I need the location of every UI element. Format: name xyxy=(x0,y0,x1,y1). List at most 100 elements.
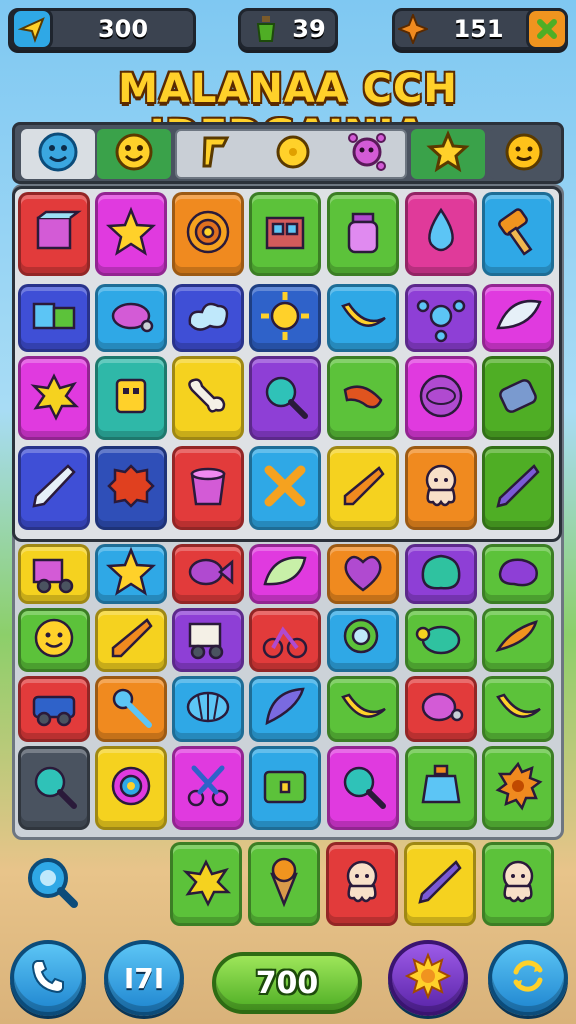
game-tile[interactable] xyxy=(327,446,399,530)
magnifier-icon xyxy=(257,368,313,428)
game-tile[interactable] xyxy=(172,608,244,672)
tray-tile[interactable] xyxy=(170,842,242,926)
category-tab-smiley[interactable] xyxy=(21,129,95,179)
car-icon xyxy=(26,679,82,739)
candy-icon xyxy=(103,288,159,348)
game-tile[interactable] xyxy=(95,284,167,352)
drop-icon xyxy=(413,204,469,264)
carrot-icon xyxy=(103,610,159,670)
refresh-button[interactable] xyxy=(488,940,568,1016)
settings-button[interactable] xyxy=(388,940,468,1016)
game-tile[interactable] xyxy=(172,544,244,604)
stats-button[interactable]: I7I xyxy=(104,940,184,1016)
cross-icon xyxy=(257,458,313,518)
game-tile[interactable] xyxy=(95,356,167,440)
game-tile[interactable] xyxy=(95,446,167,530)
sun-gear-icon xyxy=(404,952,452,1004)
game-tile[interactable] xyxy=(405,446,477,530)
magnifier-icon[interactable] xyxy=(22,852,82,912)
game-tile[interactable] xyxy=(405,746,477,830)
game-tile[interactable] xyxy=(172,676,244,742)
banana-icon xyxy=(335,288,391,348)
blocks-icon xyxy=(26,288,82,348)
play-button-label: 700 xyxy=(255,965,319,1001)
game-tile[interactable] xyxy=(482,746,554,830)
game-tile[interactable] xyxy=(18,446,90,530)
game-tile[interactable] xyxy=(327,544,399,604)
bike-icon xyxy=(257,610,313,670)
game-tile[interactable] xyxy=(482,544,554,604)
game-tile[interactable] xyxy=(95,192,167,276)
game-tile[interactable] xyxy=(327,676,399,742)
game-tile[interactable] xyxy=(327,356,399,440)
game-tile[interactable] xyxy=(95,544,167,604)
game-tile[interactable] xyxy=(405,608,477,672)
game-tile[interactable] xyxy=(249,608,321,672)
game-tile[interactable] xyxy=(18,356,90,440)
game-tile[interactable] xyxy=(18,746,90,830)
category-tab-star[interactable] xyxy=(411,129,485,179)
game-tile[interactable] xyxy=(327,284,399,352)
play-button[interactable]: 700 xyxy=(212,952,362,1014)
game-tile[interactable] xyxy=(172,746,244,830)
close-icon[interactable] xyxy=(526,8,568,50)
category-tab-emoji[interactable] xyxy=(489,129,559,179)
game-tile[interactable] xyxy=(18,544,90,604)
game-tile[interactable] xyxy=(482,608,554,672)
game-tile[interactable] xyxy=(405,544,477,604)
game-tile[interactable] xyxy=(482,192,554,276)
game-tile[interactable] xyxy=(249,356,321,440)
game-tile[interactable] xyxy=(249,284,321,352)
game-tile[interactable] xyxy=(405,192,477,276)
game-tile[interactable] xyxy=(172,192,244,276)
game-tile[interactable] xyxy=(405,284,477,352)
hud-left-counter: 300 xyxy=(8,8,196,50)
paper-plane-icon[interactable] xyxy=(11,8,53,50)
game-tile[interactable] xyxy=(172,356,244,440)
game-tile[interactable] xyxy=(327,192,399,276)
virus-icon[interactable] xyxy=(345,130,389,178)
game-tile[interactable] xyxy=(18,284,90,352)
game-tile[interactable] xyxy=(482,676,554,742)
tray-tile[interactable] xyxy=(482,842,554,926)
crate-icon xyxy=(257,204,313,264)
phone-button[interactable] xyxy=(10,940,86,1016)
game-tile[interactable] xyxy=(249,746,321,830)
game-tile[interactable] xyxy=(95,676,167,742)
game-tile[interactable] xyxy=(172,446,244,530)
game-tile[interactable] xyxy=(172,284,244,352)
game-tile[interactable] xyxy=(249,446,321,530)
refresh-icon xyxy=(506,954,550,1002)
game-tile[interactable] xyxy=(482,446,554,530)
coin-icon[interactable] xyxy=(273,132,313,176)
game-tile[interactable] xyxy=(249,192,321,276)
ball-icon xyxy=(413,368,469,428)
game-tile[interactable] xyxy=(482,356,554,440)
hud-left-value: 300 xyxy=(97,15,149,43)
tray-tile[interactable] xyxy=(326,842,398,926)
game-tile[interactable] xyxy=(249,544,321,604)
game-tile[interactable] xyxy=(327,746,399,830)
bucket-icon xyxy=(180,458,236,518)
tray-tile[interactable] xyxy=(248,842,320,926)
chili-icon xyxy=(490,610,546,670)
tray-tile[interactable] xyxy=(404,842,476,926)
category-tab-happy[interactable] xyxy=(97,129,171,179)
game-tile[interactable] xyxy=(327,608,399,672)
key-icon xyxy=(103,679,159,739)
truck-icon xyxy=(26,544,82,604)
game-tile[interactable] xyxy=(95,608,167,672)
banana-icon xyxy=(335,679,391,739)
game-tile[interactable] xyxy=(405,676,477,742)
squid-icon xyxy=(490,854,546,914)
game-tile[interactable] xyxy=(18,608,90,672)
game-tile[interactable] xyxy=(95,746,167,830)
game-tile[interactable] xyxy=(18,192,90,276)
ring-icon xyxy=(335,610,391,670)
game-tile[interactable] xyxy=(482,284,554,352)
game-tile[interactable] xyxy=(18,676,90,742)
game-tile[interactable] xyxy=(405,356,477,440)
flag-icon[interactable] xyxy=(195,132,235,176)
carrot-icon xyxy=(335,458,391,518)
game-tile[interactable] xyxy=(249,676,321,742)
